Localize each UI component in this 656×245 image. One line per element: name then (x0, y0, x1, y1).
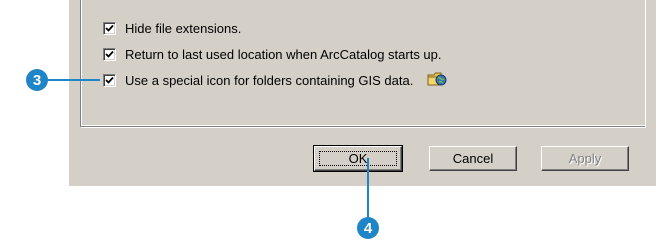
checkmark-icon (105, 50, 114, 58)
option-return-to-last-location[interactable]: Return to last used location when ArcCat… (103, 46, 442, 62)
step-3-callout: 3 (26, 69, 48, 91)
checkbox-special-gis-folder-icon[interactable] (103, 73, 116, 87)
checkmark-icon (105, 24, 114, 32)
option-hide-file-extensions[interactable]: Hide file extensions. (103, 20, 241, 36)
apply-button-label: Apply (568, 151, 602, 166)
cancel-button[interactable]: Cancel (429, 146, 517, 171)
checkbox-hide-file-extensions[interactable] (103, 21, 116, 35)
option-label: Use a special icon for folders containin… (125, 72, 414, 88)
option-special-gis-folder-icon[interactable]: Use a special icon for folders containin… (103, 72, 447, 88)
gis-folder-icon (427, 71, 447, 90)
step-4-callout: 4 (357, 217, 379, 239)
checkmark-icon (105, 76, 114, 84)
checkbox-return-to-last-location[interactable] (103, 47, 116, 61)
apply-button[interactable]: Apply (541, 146, 629, 171)
callout-4-leader-line (367, 158, 369, 221)
option-label: Return to last used location when ArcCat… (125, 46, 442, 62)
option-label: Hide file extensions. (125, 20, 242, 36)
focus-rect (319, 151, 397, 166)
cancel-button-label: Cancel (452, 151, 494, 166)
callout-3-leader-line (44, 79, 100, 81)
ok-button[interactable]: OK (313, 145, 403, 172)
